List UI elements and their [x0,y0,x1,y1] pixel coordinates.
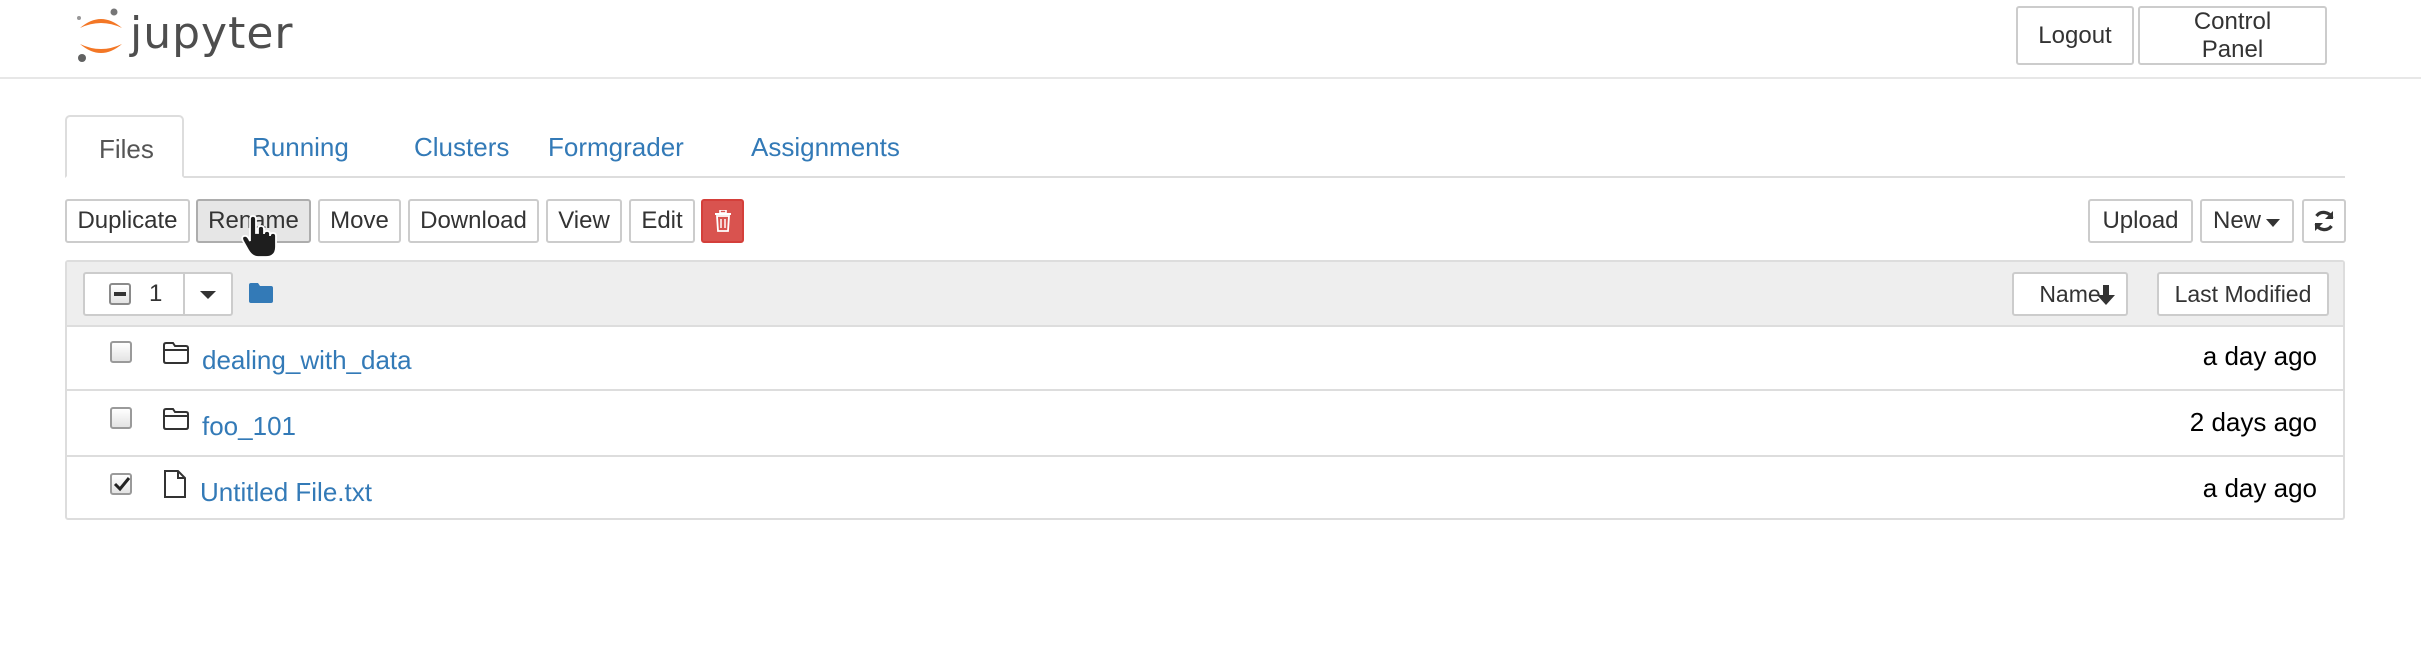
indeterminate-mark [114,292,126,296]
item-name-link[interactable]: dealing_with_data [202,343,412,377]
item-name-link[interactable]: Untitled File.txt [200,475,372,509]
folder-outline-icon [163,408,189,430]
folder-outline-icon [163,342,189,364]
item-checkbox[interactable] [110,341,132,363]
folder-icon[interactable] [248,282,274,304]
refresh-icon [2314,210,2334,232]
tab-assignments[interactable]: Assignments [719,115,932,176]
item-checkbox-checked[interactable] [110,473,132,495]
tab-running[interactable]: Running [220,115,381,176]
caret-down-icon[interactable] [200,290,216,300]
download-button[interactable]: Download [408,199,539,243]
item-modified-time: 2 days ago [2189,407,2317,437]
item-modified-time: a day ago [2202,473,2317,503]
logo-text: jupyter [130,8,294,59]
refresh-button[interactable] [2302,199,2346,243]
move-button[interactable]: Move [318,199,401,243]
trash-icon [714,209,731,232]
file-list-item[interactable]: Untitled File.txt a day ago [67,457,2343,521]
item-modified-time: a day ago [2202,341,2317,371]
sort-name-label: Name [2039,281,2101,307]
view-button[interactable]: View [546,199,622,243]
select-all-area[interactable]: 1 [85,274,185,314]
delete-button[interactable] [701,199,744,243]
hand-cursor-icon [241,215,277,258]
top-header: jupyter Logout Control Panel [0,0,2421,79]
arrow-down-icon [2097,285,2115,305]
new-button-label: New [2213,207,2262,234]
file-outline-icon [164,470,186,498]
caret-down-icon [2266,219,2280,227]
file-list-item[interactable]: foo_101 2 days ago [67,391,2343,457]
edit-button[interactable]: Edit [629,199,695,243]
jupyter-logo[interactable]: jupyter [74,6,294,66]
tab-formgrader[interactable]: Formgrader [516,115,716,176]
file-list-header: 1 Name Last Modified [67,262,2343,327]
logout-button[interactable]: Logout [2016,6,2134,65]
item-checkbox[interactable] [110,407,132,429]
item-name-link[interactable]: foo_101 [202,409,296,443]
selected-count: 1 [149,280,163,307]
duplicate-button[interactable]: Duplicate [65,199,190,243]
main-tabs: Files Running Clusters Formgrader Assign… [65,115,2345,178]
new-dropdown-button[interactable]: New [2200,199,2294,243]
selection-control[interactable]: 1 [83,272,233,316]
tab-files[interactable]: Files [65,115,184,178]
checkmark-icon [113,477,131,492]
file-list-item[interactable]: dealing_with_data a day ago [67,325,2343,391]
upload-button[interactable]: Upload [2088,199,2193,243]
control-panel-button[interactable]: Control Panel [2138,6,2327,65]
sort-by-last-modified-button[interactable]: Last Modified [2157,272,2329,316]
select-all-checkbox[interactable] [109,283,131,305]
file-list: 1 Name Last Modified dealing_with_data a… [65,260,2345,520]
sort-by-name-button[interactable]: Name [2012,272,2128,316]
jupyter-logo-icon [77,8,122,62]
